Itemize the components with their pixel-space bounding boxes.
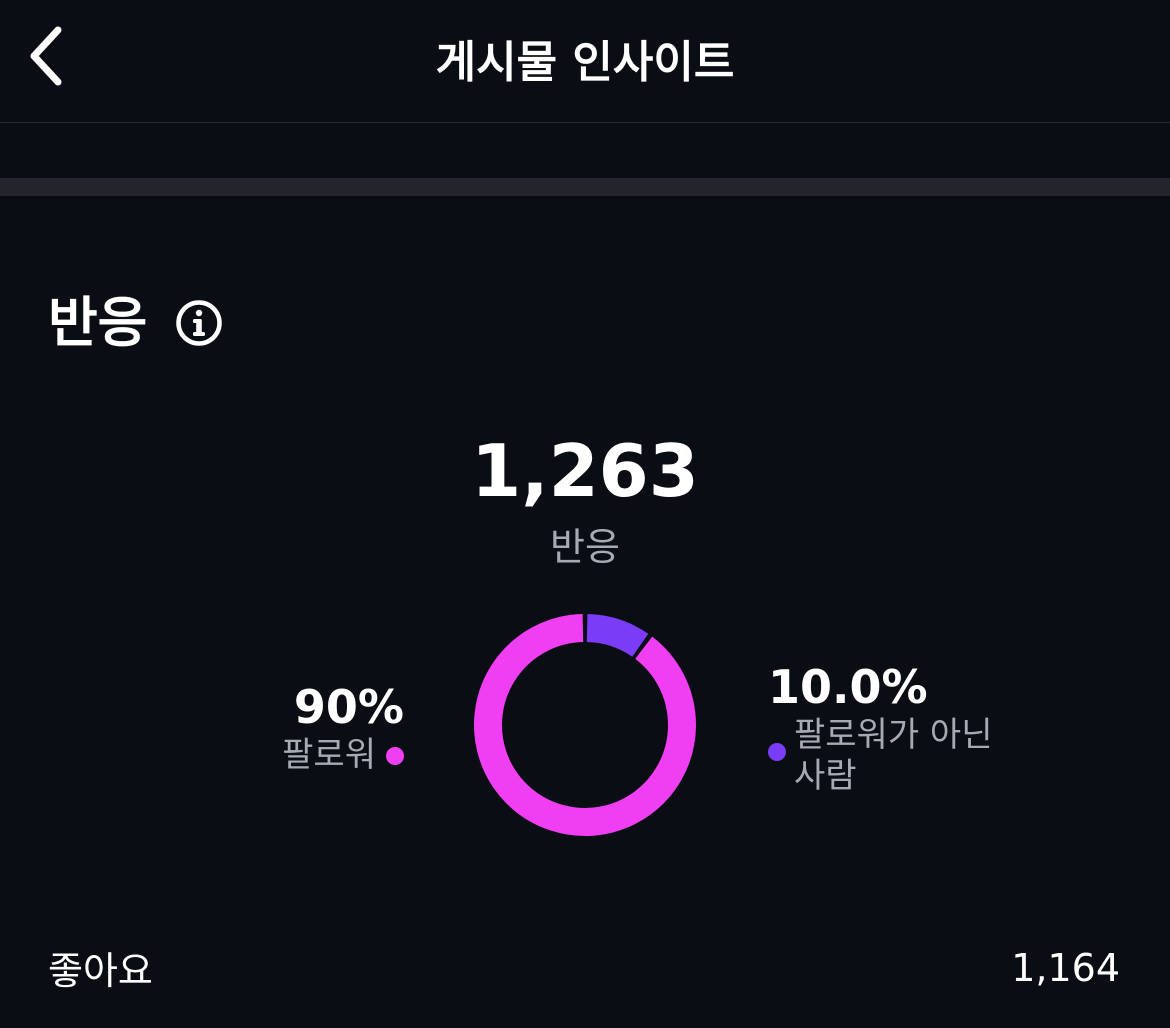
donut-segment-followers [474,614,696,836]
non-followers-percent: 10.0% [768,660,928,714]
header-bar: 게시물 인사이트 [0,0,1170,123]
followers-percent: 90% [293,680,404,734]
non-followers-label-row: 팔로워가 아닌 사람 [768,715,1058,797]
section-divider [0,178,1170,196]
reactions-donut-chart [474,614,696,836]
section-title: 반응 [48,291,148,354]
legend-non-followers: 10.0% 팔로워가 아닌 사람 [768,660,1058,797]
metric-row-likes: 좋아요 1,164 [48,940,1120,995]
followers-label-row: 팔로워 [282,735,404,776]
page-title: 게시물 인사이트 [435,37,735,88]
legend-followers: 90% 팔로워 [282,680,404,776]
non-followers-label: 팔로워가 아닌 사람 [794,715,993,796]
followers-label: 팔로워 [282,735,376,776]
info-button[interactable] [175,299,223,347]
total-reactions-label: 반응 [550,525,620,569]
section-header: 반응 [48,285,223,361]
total-reactions-value: 1,263 [471,429,699,513]
donut-segment-non-followers [586,614,649,658]
metric-value: 1,164 [1011,945,1120,990]
followers-legend-dot [386,746,404,765]
non-followers-legend-dot [768,743,786,762]
info-icon [176,300,223,346]
metric-label: 좋아요 [48,949,153,993]
